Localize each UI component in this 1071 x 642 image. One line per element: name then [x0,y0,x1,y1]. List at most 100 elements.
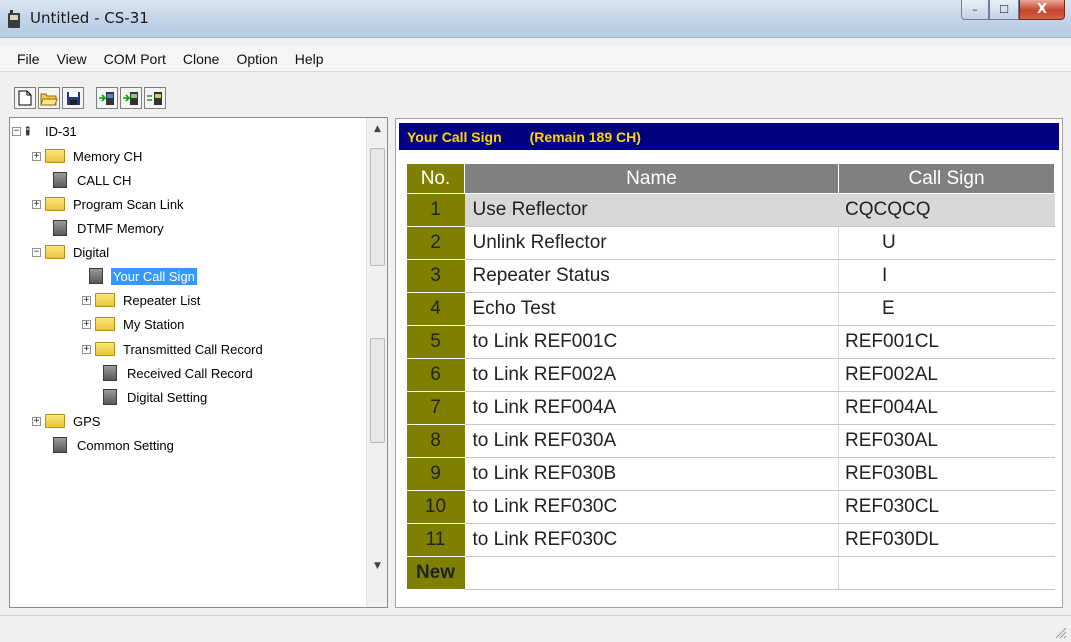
expand-icon[interactable]: + [82,295,91,305]
clone-radio-button[interactable] [144,87,166,109]
row-number-cell[interactable]: 9 [406,457,465,491]
column-header-name[interactable]: Name [464,163,839,194]
tree-node-root[interactable]: − ID-31 [12,120,79,142]
callsign-cell[interactable]: REF030CL [838,490,1055,524]
callsign-cell[interactable]: CQCQCQ [838,193,1055,227]
tree-scrollbar[interactable]: ▲ ▼ [366,118,387,607]
row-number-cell[interactable]: 11 [406,523,465,557]
tree-label: Received Call Record [127,365,253,381]
tree-view[interactable]: − ID-31 + Memory CH CALL CH + Program Sc… [9,117,388,608]
table-row[interactable]: 7 to Link REF004A REF004AL [406,391,1055,425]
callsign-cell[interactable]: REF004AL [838,391,1055,425]
menu-clone[interactable]: Clone [174,51,228,67]
row-number-cell[interactable]: 8 [406,424,465,458]
table-row[interactable]: 9 to Link REF030B REF030BL [406,457,1055,491]
table-row[interactable]: New [406,556,1055,590]
row-number-cell[interactable]: 7 [406,391,465,425]
row-number-cell[interactable]: 1 [406,193,465,227]
status-bar [0,615,1071,642]
name-cell[interactable]: to Link REF001C [464,325,839,359]
tree-node-memory-ch[interactable]: + Memory CH [32,145,144,167]
row-number-cell[interactable]: 4 [406,292,465,326]
column-header-no[interactable]: No. [406,163,465,194]
tree-node-common-setting[interactable]: Common Setting [50,434,176,456]
tree-node-transmitted-call-record[interactable]: + Transmitted Call Record [82,338,265,360]
tree-node-gps[interactable]: + GPS [32,410,102,432]
table-row[interactable]: 2 Unlink Reflector U [406,226,1055,260]
close-button[interactable]: X [1019,0,1065,20]
scroll-thumb-lower[interactable] [370,338,385,443]
menu-view[interactable]: View [48,51,95,67]
name-cell[interactable]: to Link REF030A [464,424,839,458]
menu-option[interactable]: Option [227,51,285,67]
row-number-cell[interactable]: 10 [406,490,465,524]
tree-node-digital[interactable]: − Digital [32,241,111,263]
callsign-cell[interactable]: REF030AL [838,424,1055,458]
save-button[interactable] [62,87,84,109]
expand-icon[interactable]: + [82,344,91,354]
name-cell[interactable]: Unlink Reflector [464,226,839,260]
expand-icon[interactable]: + [82,319,91,329]
callsign-cell[interactable]: REF030BL [838,457,1055,491]
open-button[interactable] [38,87,60,109]
table-row[interactable]: 11 to Link REF030C REF030DL [406,523,1055,557]
menu-help[interactable]: Help [286,51,332,67]
name-cell[interactable]: Use Reflector [464,193,839,227]
callsign-cell[interactable]: REF001CL [838,325,1055,359]
tree-node-your-call-sign[interactable]: Your Call Sign [86,265,197,287]
tree-node-call-ch[interactable]: CALL CH [50,169,133,191]
expand-icon[interactable]: + [32,199,41,209]
read-from-radio-button[interactable] [120,87,142,109]
collapse-icon[interactable]: − [32,247,41,257]
tree-node-received-call-record[interactable]: Received Call Record [100,362,255,384]
scroll-thumb[interactable] [370,148,385,266]
resize-grip-icon[interactable] [1053,625,1067,639]
callsign-cell[interactable] [838,556,1055,590]
table-row[interactable]: 3 Repeater Status I [406,259,1055,293]
callsign-cell[interactable]: REF030DL [838,523,1055,557]
write-to-radio-button[interactable] [96,87,118,109]
name-cell[interactable]: to Link REF030B [464,457,839,491]
callsign-cell[interactable]: REF002AL [838,358,1055,392]
radio-clone-icon [147,92,162,105]
name-cell[interactable] [464,556,839,590]
name-cell[interactable]: to Link REF004A [464,391,839,425]
row-number-cell[interactable]: 5 [406,325,465,359]
name-cell[interactable]: Echo Test [464,292,839,326]
callsign-cell[interactable]: E [838,292,1055,326]
minimize-button[interactable]: – [961,0,989,20]
maximize-button[interactable]: ☐ [989,0,1019,20]
collapse-icon[interactable]: − [12,126,21,136]
tree-node-digital-setting[interactable]: Digital Setting [100,386,209,408]
expand-icon[interactable]: + [32,416,41,426]
table-row[interactable]: 4 Echo Test E [406,292,1055,326]
menu-com-port[interactable]: COM Port [95,51,174,67]
name-cell[interactable]: to Link REF002A [464,358,839,392]
row-number-cell[interactable]: 6 [406,358,465,392]
scroll-up-icon[interactable]: ▲ [367,120,388,138]
menu-file[interactable]: File [8,51,48,67]
table-row[interactable]: 6 to Link REF002A REF002AL [406,358,1055,392]
scroll-down-icon[interactable]: ▼ [367,557,388,575]
title-bar: Untitled - CS-31 – ☐ X [0,0,1071,38]
table-row[interactable]: 10 to Link REF030C REF030CL [406,490,1055,524]
callsign-cell[interactable]: U [838,226,1055,260]
tree-node-repeater-list[interactable]: + Repeater List [82,289,202,311]
callsign-cell[interactable]: I [838,259,1055,293]
tree-node-dtmf-memory[interactable]: DTMF Memory [50,217,166,239]
tree-node-my-station[interactable]: + My Station [82,313,186,335]
table-row[interactable]: 1 Use Reflector CQCQCQ [406,193,1055,227]
row-number-cell[interactable]: 3 [406,259,465,293]
table-row[interactable]: 5 to Link REF001C REF001CL [406,325,1055,359]
expand-icon[interactable]: + [32,151,41,161]
column-header-callsign[interactable]: Call Sign [838,163,1055,194]
table-row[interactable]: 8 to Link REF030A REF030AL [406,424,1055,458]
tree-node-program-scan-link[interactable]: + Program Scan Link [32,193,186,215]
row-number-cell[interactable]: New [406,556,465,590]
row-number-cell[interactable]: 2 [406,226,465,260]
new-button[interactable] [14,87,36,109]
name-cell[interactable]: to Link REF030C [464,490,839,524]
name-cell[interactable]: to Link REF030C [464,523,839,557]
radio-app-icon [8,10,20,28]
name-cell[interactable]: Repeater Status [464,259,839,293]
